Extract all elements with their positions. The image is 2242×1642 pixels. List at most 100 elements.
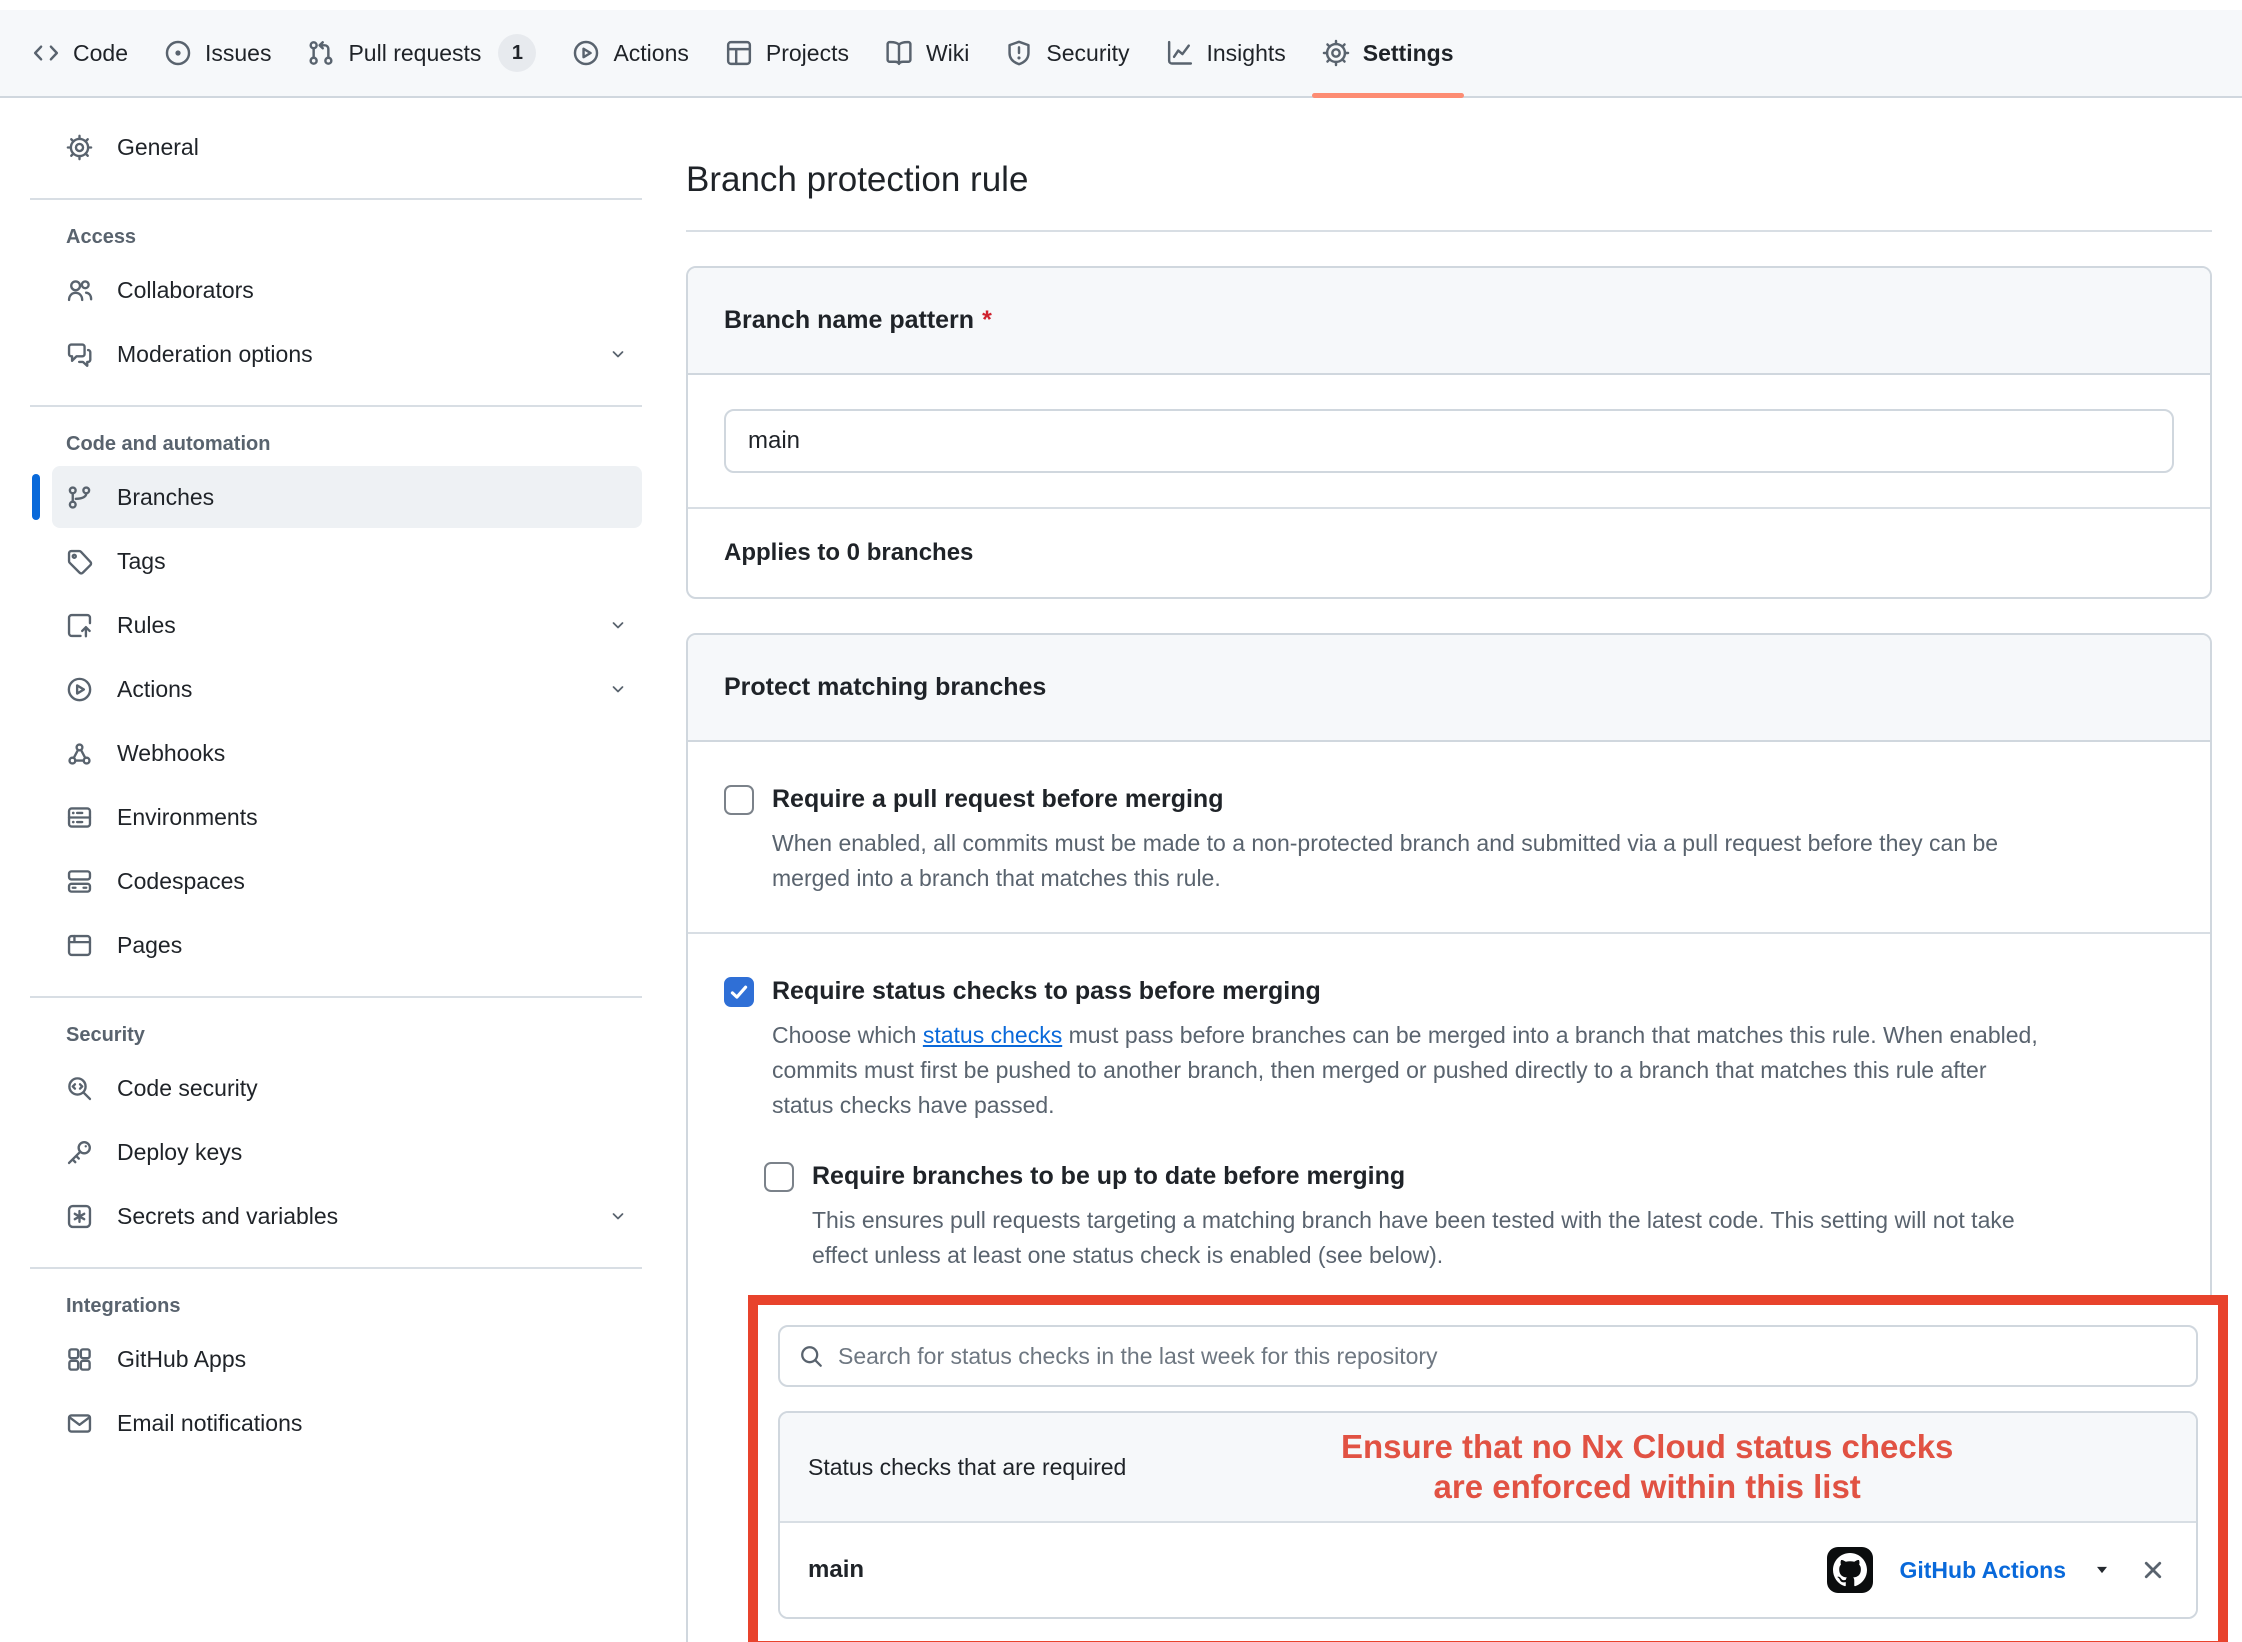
option-require-status-checks: Require status checks to pass before mer… [724, 974, 2174, 1123]
require-pull-request-checkbox[interactable] [724, 785, 754, 815]
git-pull-request-icon [307, 39, 335, 67]
shield-icon [1005, 39, 1033, 67]
sidebar-item-deploy-keys[interactable]: Deploy keys [52, 1121, 642, 1183]
status-checks-link[interactable]: status checks [923, 1022, 1062, 1048]
sidebar-divider [30, 405, 642, 407]
book-icon [885, 39, 913, 67]
tab-settings[interactable]: Settings [1304, 10, 1472, 96]
sidebar-item-label: Branches [117, 484, 214, 511]
sidebar-item-general[interactable]: General [52, 116, 642, 178]
status-checks-searchbox[interactable] [778, 1325, 2198, 1387]
code-scan-icon [66, 1075, 93, 1102]
option-label: Require status checks to pass before mer… [772, 974, 2174, 1008]
sidebar-item-tags[interactable]: Tags [52, 530, 642, 592]
sidebar-item-collaborators[interactable]: Collaborators [52, 259, 642, 321]
sidebar-item-actions[interactable]: Actions [52, 658, 642, 720]
tab-actions[interactable]: Actions [554, 10, 706, 96]
sidebar-item-codespaces[interactable]: Codespaces [52, 850, 642, 912]
sidebar-item-branches[interactable]: Branches [52, 466, 642, 528]
option-label: Require branches to be up to date before… [812, 1159, 2174, 1193]
github-settings-page: Code Issues Pull requests 1 Actions Proj… [0, 0, 2242, 1642]
repo-nav: Code Issues Pull requests 1 Actions Proj… [0, 10, 2242, 98]
play-icon [66, 676, 93, 703]
protect-matching-branches-box: Protect matching branches Require a pull… [686, 633, 2212, 1642]
status-check-options-caret[interactable] [2092, 1560, 2112, 1580]
tab-code[interactable]: Code [14, 10, 146, 96]
sidebar-item-github-apps[interactable]: GitHub Apps [52, 1328, 642, 1390]
require-up-to-date-checkbox[interactable] [764, 1162, 794, 1192]
graph-icon [1166, 39, 1194, 67]
sidebar-item-label: Collaborators [117, 277, 254, 304]
sidebar-item-label: Email notifications [117, 1410, 302, 1437]
key-icon [66, 1139, 93, 1166]
required-asterisk: * [982, 306, 992, 334]
required-status-checks-header: Status checks that are required Ensure t… [780, 1413, 2196, 1523]
close-icon [2138, 1555, 2168, 1585]
tab-pull-requests[interactable]: Pull requests 1 [289, 10, 554, 96]
sidebar-item-label: Codespaces [117, 868, 245, 895]
sidebar-item-label: Moderation options [117, 341, 313, 368]
page-title: Branch protection rule [686, 160, 2212, 200]
option-description: When enabled, all commits must be made t… [772, 826, 2174, 896]
github-mark-icon [1833, 1553, 1867, 1587]
people-icon [66, 277, 93, 304]
sidebar-section-access: Access [66, 226, 642, 249]
browser-icon [66, 932, 93, 959]
remove-status-check-button[interactable] [2138, 1555, 2168, 1585]
settings-sidebar: General Access Collaborators Moderation … [0, 98, 656, 1496]
sidebar-item-environments[interactable]: Environments [52, 786, 642, 848]
server-icon [66, 804, 93, 831]
sidebar-item-secrets-variables[interactable]: Secrets and variables [52, 1185, 642, 1247]
sidebar-item-label: Rules [117, 612, 176, 639]
sidebar-item-moderation-options[interactable]: Moderation options [52, 323, 642, 385]
sidebar-section-integrations: Integrations [66, 1295, 642, 1318]
tab-projects[interactable]: Projects [707, 10, 867, 96]
sidebar-divider [30, 1267, 642, 1269]
chevron-down-icon [608, 679, 628, 699]
tab-label: Actions [613, 40, 688, 67]
issue-opened-icon [164, 39, 192, 67]
sidebar-divider [30, 996, 642, 998]
tab-label: Wiki [926, 40, 969, 67]
codespaces-icon [66, 868, 93, 895]
sidebar-item-webhooks[interactable]: Webhooks [52, 722, 642, 784]
webhook-icon [66, 740, 93, 767]
require-status-checks-checkbox[interactable] [724, 977, 754, 1007]
active-accent-bar [32, 474, 40, 520]
tab-insights[interactable]: Insights [1148, 10, 1304, 96]
chevron-down-icon [608, 615, 628, 635]
tab-label: Code [73, 40, 128, 67]
tab-label: Pull requests [348, 40, 481, 67]
sidebar-item-label: Deploy keys [117, 1139, 242, 1166]
pull-requests-count-badge: 1 [498, 34, 536, 72]
applies-to-branches: Applies to 0 branches [688, 507, 2210, 597]
play-icon [572, 39, 600, 67]
status-check-name: main [808, 1556, 864, 1584]
branch-name-pattern-input[interactable] [724, 409, 2174, 473]
tab-wiki[interactable]: Wiki [867, 10, 987, 96]
option-description: This ensures pull requests targeting a m… [812, 1203, 2174, 1273]
branch-name-pattern-box: Branch name pattern* Applies to 0 branch… [686, 266, 2212, 599]
github-actions-avatar [1827, 1547, 1873, 1593]
tab-issues[interactable]: Issues [146, 10, 289, 96]
sidebar-item-label: General [117, 134, 199, 161]
option-require-up-to-date: Require branches to be up to date before… [764, 1159, 2174, 1273]
sidebar-item-label: Pages [117, 932, 182, 959]
sidebar-item-code-security[interactable]: Code security [52, 1057, 642, 1119]
status-checks-search-input[interactable] [838, 1343, 2178, 1370]
main-content: Branch protection rule Branch name patte… [656, 98, 2242, 1642]
table-icon [725, 39, 753, 67]
tab-label: Security [1046, 40, 1129, 67]
tab-security[interactable]: Security [987, 10, 1147, 96]
sidebar-item-pages[interactable]: Pages [52, 914, 642, 976]
github-actions-link[interactable]: GitHub Actions [1899, 1557, 2066, 1584]
code-icon [32, 39, 60, 67]
sidebar-item-email-notifications[interactable]: Email notifications [52, 1392, 642, 1454]
sidebar-item-label: Code security [117, 1075, 258, 1102]
annotation-text: Ensure that no Nx Cloud status checks ar… [1126, 1427, 2168, 1507]
sidebar-item-label: Tags [117, 548, 166, 575]
comment-discussion-icon [66, 341, 93, 368]
chevron-down-icon [608, 1206, 628, 1226]
sidebar-item-rules[interactable]: Rules [52, 594, 642, 656]
chevron-down-icon [608, 344, 628, 364]
